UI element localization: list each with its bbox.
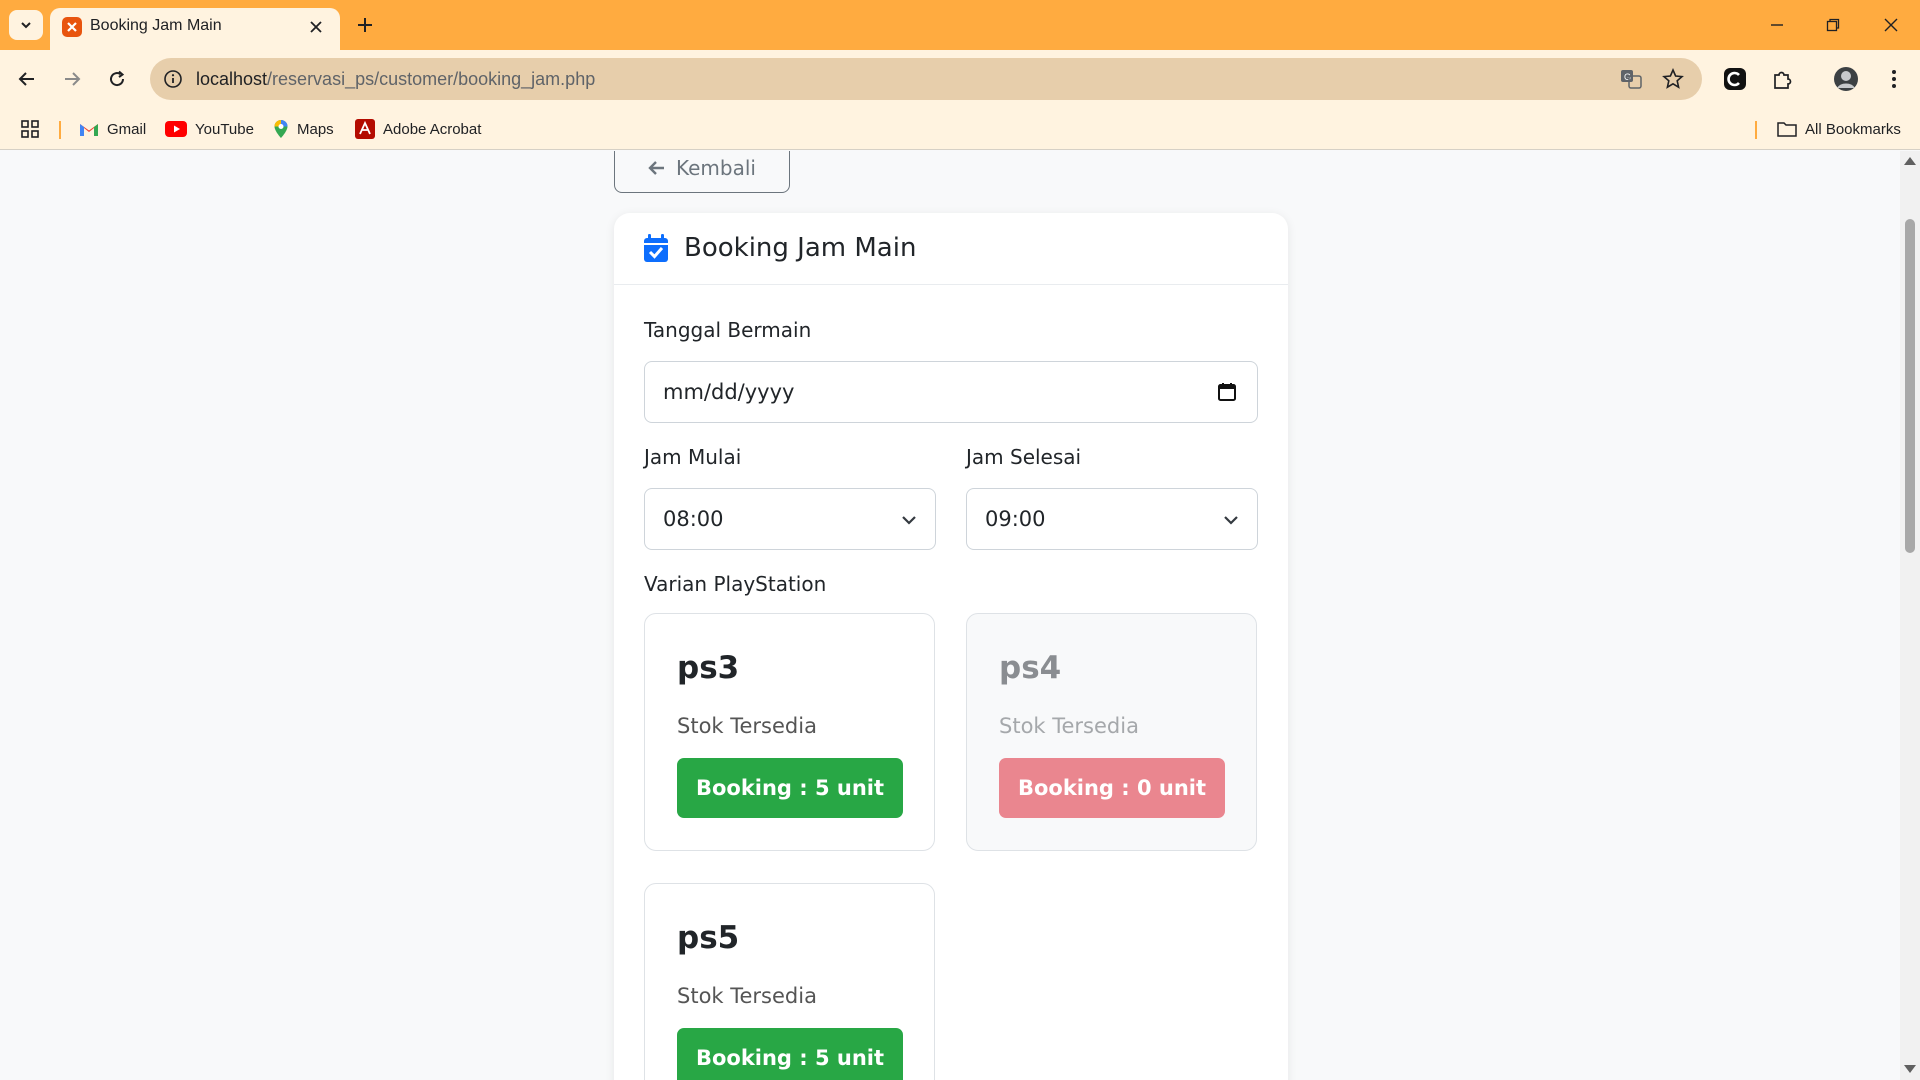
minimize-icon — [1771, 24, 1783, 26]
back-button[interactable]: Kembali — [614, 151, 790, 193]
variant-stock: Stok Tersedia — [677, 984, 817, 1008]
start-time-label: Jam Mulai — [644, 445, 742, 469]
booking-card: Booking Jam Main Tanggal Bermain mm/dd/y… — [614, 213, 1288, 1080]
bookmark-star-icon[interactable] — [1660, 66, 1686, 92]
variant-stock: Stok Tersedia — [999, 714, 1139, 738]
end-time-value: 09:00 — [985, 507, 1046, 531]
xampp-favicon-icon — [62, 17, 82, 37]
end-time-label: Jam Selesai — [966, 445, 1082, 469]
vertical-scrollbar[interactable] — [1900, 151, 1920, 1080]
card-header: Booking Jam Main — [614, 213, 1288, 285]
page-viewport: Kembali Booking Jam Main Tanggal Bermain… — [0, 151, 1900, 1080]
profile-avatar[interactable] — [1831, 64, 1861, 94]
browser-tab[interactable]: Booking Jam Main — [50, 8, 340, 50]
bookmark-adobe-acrobat[interactable]: Adobe Acrobat — [355, 116, 481, 142]
restore-button[interactable] — [1816, 10, 1850, 40]
close-tab-icon[interactable] — [306, 17, 326, 37]
adobe-acrobat-icon — [355, 119, 375, 139]
booking-button-ps4: Booking : 0 unit — [999, 758, 1225, 818]
arrow-right-icon — [65, 72, 81, 86]
scrollbar-thumb[interactable] — [1905, 219, 1915, 553]
back-button-label: Kembali — [676, 156, 756, 180]
chevron-down-icon — [902, 516, 916, 525]
booking-button-ps5[interactable]: Booking : 5 unit — [677, 1028, 903, 1080]
forward-nav-button[interactable] — [57, 64, 87, 94]
end-time-select[interactable]: 09:00 — [966, 488, 1258, 550]
all-bookmarks-button[interactable]: All Bookmarks — [1777, 116, 1901, 142]
date-placeholder: mm/dd/yyyy — [663, 380, 795, 404]
bookmark-gmail[interactable]: Gmail — [79, 116, 146, 142]
variant-name: ps5 — [677, 920, 740, 956]
variant-name: ps4 — [999, 650, 1062, 686]
plus-icon — [358, 18, 372, 32]
maps-icon — [274, 120, 288, 138]
bookmark-label: Adobe Acrobat — [383, 120, 482, 138]
bookmark-separator — [1755, 121, 1757, 139]
start-time-select[interactable]: 08:00 — [644, 488, 936, 550]
bookmark-label: Gmail — [107, 120, 147, 138]
extensions-puzzle-icon[interactable] — [1767, 64, 1797, 94]
youtube-icon — [165, 121, 187, 137]
reload-button[interactable] — [102, 64, 132, 94]
reload-icon — [110, 70, 125, 87]
close-window-button[interactable] — [1874, 10, 1908, 40]
url-host: localhost — [196, 69, 268, 89]
extension-c-icon[interactable] — [1720, 64, 1750, 94]
tab-search-button[interactable] — [9, 10, 43, 40]
bookmark-label: Maps — [297, 120, 334, 138]
variant-stock: Stok Tersedia — [677, 714, 817, 738]
calendar-check-icon — [644, 234, 668, 262]
tab-title: Booking Jam Main — [90, 17, 222, 34]
site-info-icon[interactable] — [160, 66, 186, 92]
chevron-down-icon — [21, 22, 31, 29]
variant-card-ps3[interactable]: ps3 Stok Tersedia Booking : 5 unit — [644, 613, 935, 851]
bookmark-separator — [59, 121, 61, 139]
tab-strip: Booking Jam Main — [0, 0, 1920, 50]
date-input[interactable]: mm/dd/yyyy — [644, 361, 1258, 423]
apps-grid-icon[interactable] — [20, 116, 40, 142]
bookmarks-bar: Gmail YouTube Maps Adobe Acrobat All Boo… — [0, 108, 1920, 150]
scroll-up-arrow-icon[interactable] — [1904, 157, 1916, 165]
folder-icon — [1777, 122, 1797, 137]
url-text: localhost/reservasi_ps/customer/booking_… — [196, 69, 595, 90]
arrow-left-icon — [648, 161, 664, 175]
booking-button-ps3[interactable]: Booking : 5 unit — [677, 758, 903, 818]
new-tab-button[interactable] — [352, 12, 378, 38]
back-nav-button[interactable] — [12, 64, 42, 94]
address-bar[interactable]: localhost/reservasi_ps/customer/booking_… — [150, 58, 1702, 100]
calendar-icon[interactable] — [1217, 382, 1237, 402]
bookmark-youtube[interactable]: YouTube — [165, 116, 254, 142]
page-title: Booking Jam Main — [684, 233, 917, 263]
minimize-button[interactable] — [1760, 10, 1794, 40]
variant-card-ps5[interactable]: ps5 Stok Tersedia Booking : 5 unit — [644, 883, 935, 1080]
arrow-left-icon — [18, 72, 34, 86]
browser-toolbar: localhost/reservasi_ps/customer/booking_… — [0, 50, 1920, 108]
variant-card-ps4: ps4 Stok Tersedia Booking : 0 unit — [966, 613, 1257, 851]
date-label: Tanggal Bermain — [644, 318, 812, 342]
all-bookmarks-label: All Bookmarks — [1805, 120, 1901, 138]
close-icon — [1884, 18, 1898, 32]
translate-icon[interactable]: G — [1618, 66, 1644, 92]
bookmark-maps[interactable]: Maps — [273, 116, 334, 142]
scroll-down-arrow-icon[interactable] — [1904, 1065, 1916, 1073]
start-time-value: 08:00 — [663, 507, 724, 531]
gmail-icon — [80, 124, 98, 136]
bookmark-label: YouTube — [195, 120, 254, 138]
chevron-down-icon — [1224, 516, 1238, 525]
restore-icon — [1826, 18, 1840, 32]
url-path: /reservasi_ps/customer/booking_jam.php — [267, 69, 596, 89]
more-menu-icon[interactable] — [1879, 64, 1909, 94]
variant-label: Varian PlayStation — [644, 572, 827, 596]
variant-name: ps3 — [677, 650, 740, 686]
